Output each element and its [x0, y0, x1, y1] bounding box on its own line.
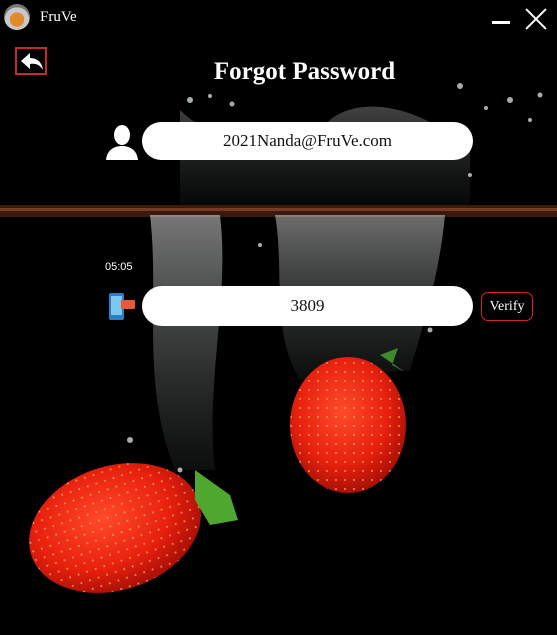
minimize-icon[interactable] — [488, 6, 516, 34]
page-title: Forgot Password — [213, 58, 396, 85]
forgot-password-window: FruVe Forgot Password 05:05 Verify — [0, 0, 557, 635]
email-field[interactable] — [142, 122, 473, 160]
user-icon — [106, 125, 138, 160]
app-title: FruVe — [40, 9, 77, 25]
countdown-timer: 05:05 — [105, 261, 133, 273]
phone-icon — [109, 293, 135, 320]
verify-button[interactable]: Verify — [481, 292, 533, 321]
fruit-logo-icon — [4, 4, 30, 30]
title-bar: FruVe — [0, 0, 557, 38]
otp-field[interactable] — [142, 286, 473, 326]
close-icon[interactable] — [522, 6, 550, 34]
